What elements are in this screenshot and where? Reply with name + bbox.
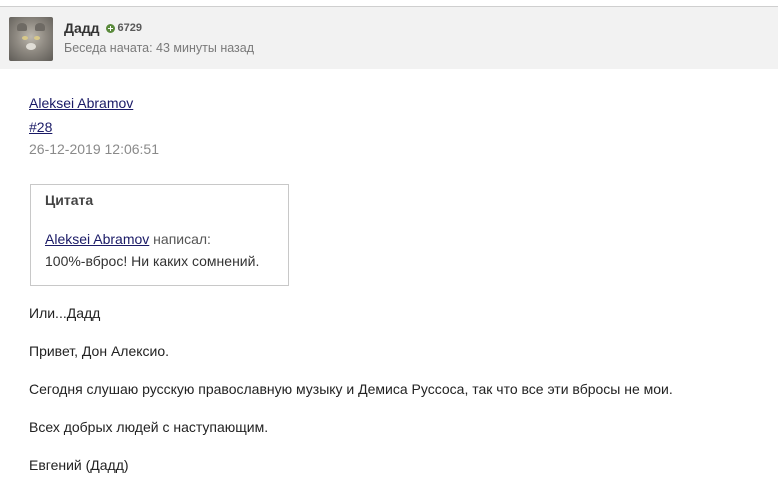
- avatar-eye-right: [34, 36, 40, 40]
- post-timestamp: 26-12-2019 12:06:51: [29, 141, 159, 157]
- reputation-count: 6729: [117, 22, 143, 34]
- avatar-eye-left: [22, 36, 28, 40]
- avatar-ear-right: [35, 23, 45, 31]
- quote-block: Цитата Aleksei Abramov написал: 100%-вбр…: [30, 184, 289, 286]
- quote-text: 100%-вброс! Ни каких сомнений.: [45, 253, 260, 269]
- post-paragraph-4: Всех добрых людей с наступающим.: [29, 419, 269, 435]
- author-link[interactable]: Aleksei Abramov: [29, 95, 133, 111]
- quote-attribution: Aleksei Abramov написал:: [45, 231, 211, 247]
- avatar-snout: [26, 43, 36, 50]
- conversation-header: Дадд 6729 Беседа начата: 43 минуты назад: [0, 7, 778, 69]
- avatar-ear-left: [17, 23, 27, 31]
- plus-circle-icon: [105, 23, 115, 33]
- post-paragraph-1: Или...Дадд: [29, 305, 101, 321]
- quote-title: Цитата: [45, 192, 94, 208]
- post-signature: Евгений (Дадд): [29, 457, 129, 473]
- quote-wrote-label: написал:: [153, 231, 211, 247]
- avatar[interactable]: [9, 17, 53, 61]
- username-link[interactable]: Дадд: [64, 20, 100, 36]
- conversation-started-text: Беседа начата: 43 минуты назад: [64, 41, 255, 55]
- post-number-link[interactable]: #28: [29, 119, 52, 135]
- post-paragraph-2: Привет, Дон Алексио.: [29, 343, 170, 359]
- user-line: Дадд 6729: [64, 20, 142, 36]
- post-paragraph-3: Сегодня слушаю русскую православную музы…: [29, 381, 673, 397]
- quote-author-link[interactable]: Aleksei Abramov: [45, 231, 149, 247]
